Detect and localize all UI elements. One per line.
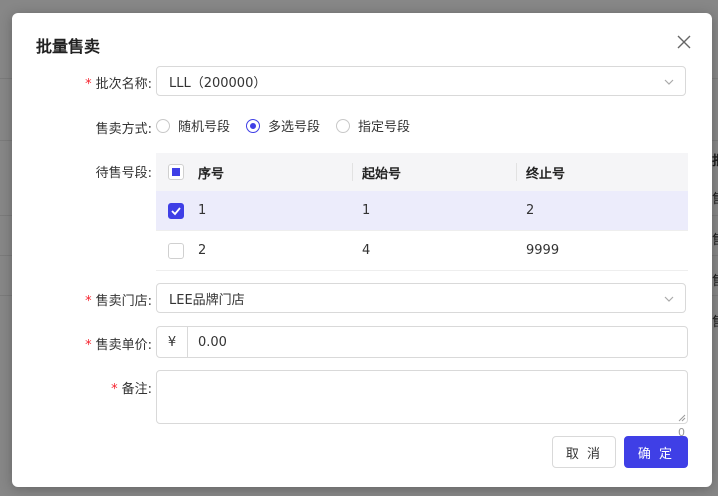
cell-index: 2	[198, 243, 207, 258]
currency-prefix: ¥	[157, 327, 188, 357]
row-checkbox[interactable]	[168, 242, 184, 259]
modal-title: 批量售卖	[36, 37, 101, 56]
check-icon	[171, 206, 181, 215]
column-header: 序号	[198, 166, 225, 182]
cell-index: 1	[198, 203, 207, 218]
confirm-button[interactable]: 确 定	[624, 436, 688, 468]
select-all-checkbox[interactable]	[168, 164, 184, 180]
required-mark: *	[85, 77, 92, 92]
radio-circle-selected	[246, 118, 261, 133]
cell-end: 2	[526, 203, 535, 218]
table-header: 序号 起始号 终止号	[156, 153, 688, 191]
column-divider	[516, 163, 517, 181]
batch-sale-modal: 批量售卖 * 批次名称: LLL（200000） 售卖方式: 随机号段 多选号段 …	[12, 13, 712, 487]
radio-random[interactable]: 随机号段	[156, 116, 230, 135]
radio-label: 多选号段	[268, 120, 321, 135]
radio-circle	[336, 118, 351, 133]
batch-label: * 批次名称:	[85, 77, 152, 92]
required-mark: *	[111, 382, 118, 397]
cell-end: 9999	[526, 243, 560, 258]
cancel-button[interactable]: 取 消	[552, 436, 616, 468]
chevron-down-icon	[664, 79, 674, 85]
method-label: 售卖方式:	[95, 122, 152, 137]
close-button[interactable]	[672, 30, 696, 54]
required-mark: *	[85, 338, 92, 353]
batch-select-value: LLL（200000）	[169, 75, 267, 91]
radio-multi[interactable]: 多选号段	[246, 116, 320, 135]
radio-circle	[156, 118, 170, 133]
store-label: * 售卖门店:	[85, 294, 152, 309]
radio-label: 指定号段	[358, 120, 411, 135]
remark-textarea[interactable]	[156, 370, 688, 424]
column-header: 终止号	[526, 166, 566, 182]
cell-start: 1	[362, 203, 371, 218]
store-select[interactable]: LEE品牌门店	[156, 283, 686, 313]
column-header: 起始号	[362, 166, 402, 182]
method-radio-group: 随机号段 多选号段 指定号段	[156, 116, 426, 135]
table-row[interactable]: 1 1 2	[156, 191, 688, 231]
chevron-down-icon	[664, 296, 674, 302]
column-divider	[352, 163, 353, 181]
table-row[interactable]: 2 4 9999	[156, 231, 688, 271]
batch-select[interactable]: LLL（200000）	[156, 66, 686, 96]
price-label: * 售卖单价:	[85, 338, 152, 353]
row-checkbox[interactable]	[168, 202, 184, 219]
price-input[interactable]: 0.00	[188, 335, 227, 350]
store-select-value: LEE品牌门店	[169, 292, 245, 308]
radio-label: 随机号段	[178, 120, 231, 135]
resize-handle-icon[interactable]	[678, 414, 686, 422]
required-mark: *	[85, 294, 92, 309]
cell-start: 4	[362, 243, 371, 258]
segments-label: 待售号段:	[95, 166, 152, 181]
close-icon	[677, 35, 691, 49]
radio-specified[interactable]: 指定号段	[336, 116, 410, 135]
price-input-group[interactable]: ¥ 0.00	[156, 326, 688, 358]
remark-label: * 备注:	[111, 382, 152, 397]
segments-table: 序号 起始号 终止号 1 1 2 2 4 9999	[156, 153, 688, 271]
